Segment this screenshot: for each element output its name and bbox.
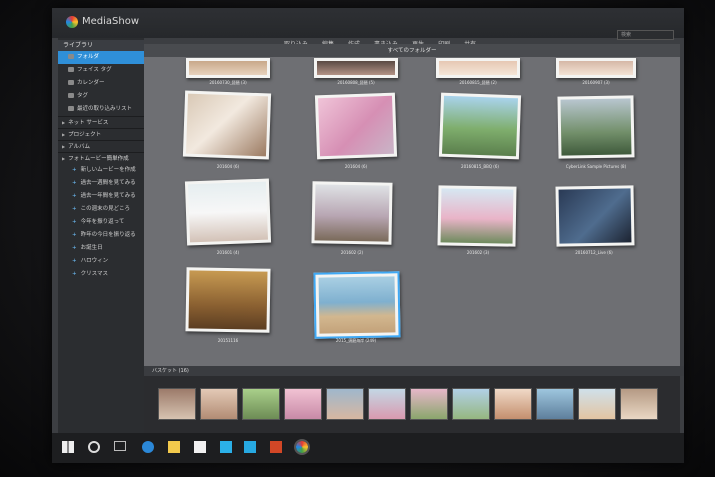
photo-thumbnail[interactable] <box>185 267 271 333</box>
folder-icon <box>68 54 74 59</box>
mediashow-icon[interactable] <box>294 439 310 455</box>
projection-room: MediaShow 取り込み 編集 作成 書き込み 再生 印刷 共有 ライブラリ… <box>0 0 715 477</box>
tray-thumbnail[interactable] <box>452 388 490 420</box>
powerpoint-icon[interactable] <box>270 441 282 453</box>
explorer-icon[interactable] <box>168 441 180 453</box>
task-view-icon[interactable] <box>114 441 126 451</box>
movie-last-year-today[interactable]: 昨年の今日を振り返る <box>58 229 144 242</box>
photo-caption: 201602 (2) <box>340 250 364 255</box>
movie-halloween[interactable]: ハロウィン <box>58 255 144 268</box>
search-icon[interactable] <box>88 441 100 453</box>
search-input[interactable]: 検索 <box>617 30 674 40</box>
photo-caption: 201604 (6) <box>344 164 368 169</box>
photo-caption: 20160907 (3) <box>582 80 610 85</box>
photo-tray: バスケット (16) <box>144 366 684 434</box>
sidebar-item-tags[interactable]: タグ <box>58 90 144 103</box>
tray-thumbnail[interactable] <box>326 388 364 420</box>
movie-past-week[interactable]: 過去一週間を見てみる <box>58 177 144 190</box>
photo-thumbnail[interactable] <box>311 181 393 245</box>
photo-caption: 20160815_BBQ (6) <box>461 164 499 169</box>
sidebar: ライブラリ フォルダ フェイス タグ カレンダー タグ 最近の取り込みリスト ネ… <box>58 38 144 433</box>
movie-birthday[interactable]: お誕生日 <box>58 242 144 255</box>
photo-caption: 2015_須磨海岸 (249) <box>335 338 377 343</box>
photo-thumbnail[interactable] <box>557 95 635 159</box>
tray-thumbnail[interactable] <box>578 388 616 420</box>
tray-thumbnail[interactable] <box>410 388 448 420</box>
app-title: MediaShow <box>82 16 140 27</box>
photo-caption: 20160808_琵琶 (5) <box>337 80 375 85</box>
tray-thumbnail[interactable] <box>200 388 238 420</box>
section-albums[interactable]: アルバム <box>58 140 144 152</box>
sidebar-item-calendar[interactable]: カレンダー <box>58 77 144 90</box>
tray-thumbnail[interactable] <box>284 388 322 420</box>
tray-thumbnail[interactable] <box>494 388 532 420</box>
movie-past-year[interactable]: 過去一年間を見てみる <box>58 190 144 203</box>
sidebar-item-recent-imports[interactable]: 最近の取り込みリスト <box>58 103 144 116</box>
section-net-services[interactable]: ネット サービス <box>58 116 144 128</box>
movie-weekend[interactable]: この週末の見どころ <box>58 203 144 216</box>
photo-thumbnail[interactable] <box>437 185 517 247</box>
movie-this-year[interactable]: 今年を振り返って <box>58 216 144 229</box>
sidebar-item-folders[interactable]: フォルダ <box>58 51 144 64</box>
app-logo-icon <box>66 16 78 28</box>
calendar-icon <box>68 80 74 85</box>
app-icon[interactable] <box>220 441 232 453</box>
photo-caption: 201601 (4) <box>216 250 240 255</box>
photo-thumbnail[interactable] <box>314 92 398 160</box>
photo-grid-area: すべてのフォルダー 20160730_琵琶 (3) 20160808_琵琶 (5… <box>144 44 680 366</box>
face-tag-icon <box>68 67 74 72</box>
content-header: すべてのフォルダー <box>144 44 680 57</box>
tray-thumbnail[interactable] <box>368 388 406 420</box>
photo-thumbnail-selected[interactable] <box>313 271 401 339</box>
photo-caption: 20160815_琵琶 (2) <box>459 80 497 85</box>
title-bar: MediaShow <box>52 8 684 38</box>
photo-caption: 201604 (6) <box>216 164 240 169</box>
photo-caption: 20160730_琵琶 (3) <box>209 80 247 85</box>
photo-thumbnail[interactable] <box>184 178 272 246</box>
photo-caption: 20160712_Live (6) <box>575 250 613 255</box>
movie-christmas[interactable]: クリスマス <box>58 268 144 281</box>
photo-caption: CyberLink Sample Pictures (8) <box>565 164 627 169</box>
start-icon[interactable] <box>62 441 74 453</box>
section-photo-movie[interactable]: フォトムービー簡単作成 <box>58 152 144 164</box>
photo-thumbnail[interactable] <box>314 58 398 78</box>
photo-caption: 201602 (3) <box>466 250 490 255</box>
library-header[interactable]: ライブラリ <box>58 40 144 51</box>
tag-icon <box>68 93 74 98</box>
photo-thumbnail[interactable] <box>186 58 270 78</box>
photo-thumbnail[interactable] <box>436 58 520 78</box>
section-projects[interactable]: プロジェクト <box>58 128 144 140</box>
tray-thumbnail[interactable] <box>536 388 574 420</box>
movie-new[interactable]: 新しいムービーを作成 <box>58 164 144 177</box>
tray-thumbnail[interactable] <box>620 388 658 420</box>
photo-thumbnail[interactable] <box>555 185 635 247</box>
app-icon[interactable] <box>244 441 256 453</box>
photo-thumbnail[interactable] <box>438 92 522 160</box>
photo-caption: 20151116 <box>217 338 239 343</box>
folder-label: すべてのフォルダー <box>387 48 437 54</box>
windows-taskbar <box>52 433 684 463</box>
projected-screen: MediaShow 取り込み 編集 作成 書き込み 再生 印刷 共有 ライブラリ… <box>52 8 684 463</box>
recent-icon <box>68 106 74 111</box>
edge-icon[interactable] <box>142 441 154 453</box>
store-icon[interactable] <box>194 441 206 453</box>
sidebar-item-face-tags[interactable]: フェイス タグ <box>58 64 144 77</box>
photo-thumbnail[interactable] <box>182 90 272 160</box>
tray-thumbnail[interactable] <box>242 388 280 420</box>
tray-header[interactable]: バスケット (16) <box>144 366 684 376</box>
photo-thumbnail[interactable] <box>556 58 636 78</box>
tray-thumbnail[interactable] <box>158 388 196 420</box>
